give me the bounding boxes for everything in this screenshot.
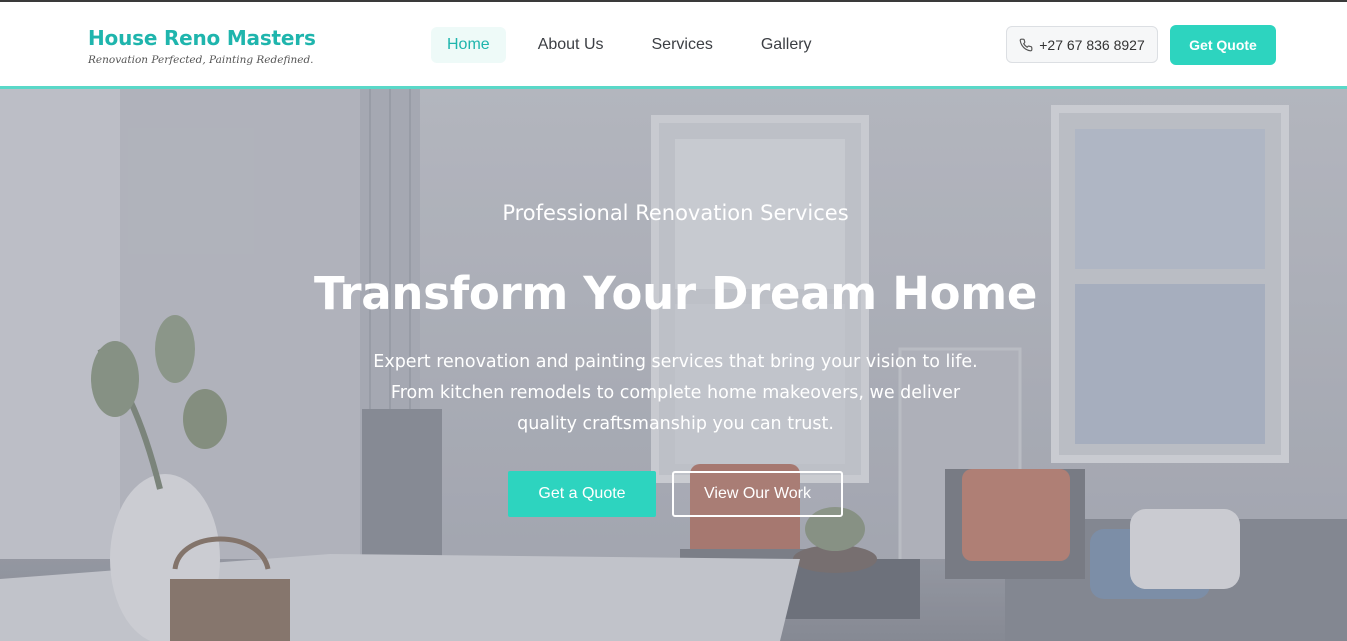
nav-item-gallery[interactable]: Gallery bbox=[745, 27, 828, 63]
hero-section: Professional Renovation Services Transfo… bbox=[0, 89, 1347, 641]
get-a-quote-button[interactable]: Get a Quote bbox=[508, 471, 656, 517]
hero-description: Expert renovation and painting services … bbox=[373, 352, 978, 434]
phone-button[interactable]: +27 67 836 8927 bbox=[1006, 26, 1158, 63]
hero-content: Professional Renovation Services Transfo… bbox=[0, 89, 1347, 641]
phone-number: +27 67 836 8927 bbox=[1039, 36, 1145, 53]
site-header: House Reno Masters Renovation Perfected,… bbox=[0, 2, 1347, 88]
brand-logo[interactable]: House Reno Masters Renovation Perfected,… bbox=[88, 26, 316, 66]
view-our-work-button[interactable]: View Our Work bbox=[672, 471, 843, 517]
brand-name: House Reno Masters bbox=[88, 26, 316, 50]
get-quote-button[interactable]: Get Quote bbox=[1170, 25, 1276, 65]
hero-title: Transform Your Dream Home bbox=[313, 267, 1038, 320]
nav-item-home[interactable]: Home bbox=[431, 27, 506, 63]
nav-item-about-us[interactable]: About Us bbox=[522, 27, 620, 63]
brand-tagline: Renovation Perfected, Painting Redefined… bbox=[88, 54, 314, 66]
hero-subtitle: Professional Renovation Services bbox=[502, 201, 849, 225]
main-nav: Home About Us Services Gallery bbox=[431, 27, 828, 63]
phone-icon bbox=[1019, 38, 1033, 51]
nav-item-services[interactable]: Services bbox=[636, 27, 729, 63]
